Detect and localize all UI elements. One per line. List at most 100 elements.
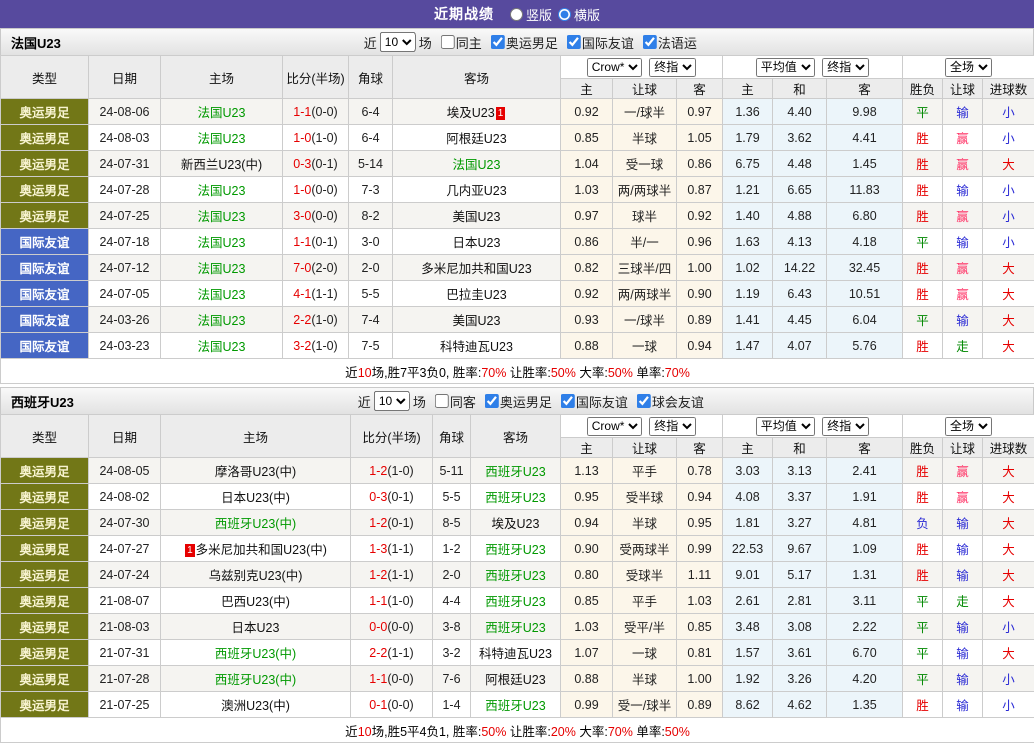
- summary-segment: 20%: [551, 725, 576, 739]
- type-filter-friendly[interactable]: 国际友谊: [561, 33, 634, 52]
- match-row: 奥运男足21-07-25澳洲U23(中)0-1(0-0)1-4西班牙U230.9…: [1, 692, 1034, 718]
- away-team-link[interactable]: 西班牙U23: [485, 595, 545, 609]
- result-outcome: 胜: [903, 333, 943, 359]
- games-count-select[interactable]: 10: [380, 32, 416, 52]
- scope-select[interactable]: 全场: [945, 58, 992, 77]
- home-team-link[interactable]: 新西兰U23(中): [181, 158, 262, 172]
- home-team-link[interactable]: 澳洲U23(中): [221, 699, 290, 713]
- home-team-link[interactable]: 日本U23(中): [221, 491, 290, 505]
- olympic-checkbox[interactable]: [491, 35, 505, 49]
- same-venue-option[interactable]: 同客: [429, 392, 476, 411]
- friendly-checkbox[interactable]: [561, 394, 575, 408]
- away-team-link[interactable]: 埃及U23: [447, 106, 495, 120]
- full-time-score: 0-3: [369, 490, 387, 504]
- away-team-link[interactable]: 阿根廷U23: [446, 132, 506, 146]
- home-team-link[interactable]: 乌兹别克U23(中): [209, 569, 303, 583]
- type-filter-extra[interactable]: 球会友谊: [631, 392, 704, 411]
- type-filter-olympic[interactable]: 奥运男足: [479, 392, 552, 411]
- result-goals-text: 小: [1002, 621, 1015, 635]
- match-date: 21-07-31: [89, 640, 161, 666]
- type-filter-olympic[interactable]: 奥运男足: [485, 33, 558, 52]
- same-venue-checkbox[interactable]: [441, 35, 455, 49]
- home-team-link[interactable]: 西班牙U23(中): [215, 517, 296, 531]
- away-team-link[interactable]: 西班牙U23: [485, 465, 545, 479]
- result-outcome: 胜: [903, 562, 943, 588]
- away-team-link[interactable]: 法国U23: [453, 158, 501, 172]
- away-team-link[interactable]: 科特迪瓦U23: [479, 647, 552, 661]
- result-handicap-text: 输: [956, 184, 969, 198]
- home-team-link[interactable]: 摩洛哥U23(中): [215, 465, 296, 479]
- away-team-link[interactable]: 西班牙U23: [485, 699, 545, 713]
- score-cell: 1-0(1-0): [283, 125, 349, 151]
- half-time-score: (0-0): [387, 620, 413, 634]
- type-filter-extra[interactable]: 法语运: [637, 33, 697, 52]
- vertical-radio[interactable]: [510, 8, 523, 21]
- avg-home: 3.03: [723, 458, 773, 484]
- summary-segment: 近: [345, 725, 358, 739]
- home-team-link[interactable]: 法国U23: [198, 132, 246, 146]
- home-team-link[interactable]: 日本U23: [232, 621, 280, 635]
- odds-home: 0.82: [561, 255, 613, 281]
- odds-provider-select[interactable]: Crow*: [587, 58, 642, 77]
- home-team-link[interactable]: 法国U23: [198, 236, 246, 250]
- odds-home: 0.93: [561, 307, 613, 333]
- extra-checkbox[interactable]: [637, 394, 651, 408]
- home-team-link[interactable]: 西班牙U23(中): [215, 647, 296, 661]
- team-title: 法国U23: [1, 33, 61, 52]
- odds-provider-select[interactable]: Crow*: [587, 417, 642, 436]
- away-team-link[interactable]: 几内亚U23: [446, 184, 506, 198]
- home-team-link[interactable]: 法国U23: [198, 314, 246, 328]
- away-team-link[interactable]: 科特迪瓦U23: [440, 340, 513, 354]
- match-date: 24-07-25: [89, 203, 161, 229]
- result-goals-text: 大: [1002, 340, 1015, 354]
- same-venue-checkbox[interactable]: [435, 394, 449, 408]
- horizontal-radio[interactable]: [558, 8, 571, 21]
- type-filter-friendly[interactable]: 国际友谊: [555, 392, 628, 411]
- avg-home: 1.81: [723, 510, 773, 536]
- home-team-link[interactable]: 法国U23: [198, 210, 246, 224]
- odds-home: 0.85: [561, 125, 613, 151]
- result-goals-text: 大: [1002, 491, 1015, 505]
- odds-home: 0.80: [561, 562, 613, 588]
- avg-time-select[interactable]: 终指: [822, 58, 869, 77]
- avg-time-select[interactable]: 终指: [822, 417, 869, 436]
- near-label: 近: [364, 33, 377, 52]
- home-team-link[interactable]: 法国U23: [198, 288, 246, 302]
- layout-vertical-option[interactable]: 竖版: [510, 5, 552, 24]
- away-team-link[interactable]: 西班牙U23: [485, 543, 545, 557]
- home-team-link[interactable]: 西班牙U23(中): [215, 673, 296, 687]
- same-venue-option[interactable]: 同主: [435, 33, 482, 52]
- away-team-link[interactable]: 西班牙U23: [485, 621, 545, 635]
- home-team-link[interactable]: 巴西U23(中): [221, 595, 290, 609]
- scope-select[interactable]: 全场: [945, 417, 992, 436]
- home-team-link[interactable]: 法国U23: [198, 262, 246, 276]
- extra-checkbox[interactable]: [643, 35, 657, 49]
- avg-select[interactable]: 平均值: [756, 58, 815, 77]
- odds-away: 1.03: [677, 588, 723, 614]
- away-team-link[interactable]: 日本U23: [453, 236, 501, 250]
- avg-select[interactable]: 平均值: [756, 417, 815, 436]
- odds-time-select[interactable]: 终指: [649, 58, 696, 77]
- match-date: 24-03-26: [89, 307, 161, 333]
- away-team-link[interactable]: 西班牙U23: [485, 569, 545, 583]
- games-count-select[interactable]: 10: [374, 391, 410, 411]
- odds-time-select[interactable]: 终指: [649, 417, 696, 436]
- score-cell: 0-3(0-1): [351, 484, 433, 510]
- away-team-link[interactable]: 美国U23: [453, 210, 501, 224]
- away-team-link[interactable]: 美国U23: [453, 314, 501, 328]
- full-time-score: 1-3: [369, 542, 387, 556]
- home-team-link[interactable]: 法国U23: [198, 106, 246, 120]
- home-team-link[interactable]: 法国U23: [198, 184, 246, 198]
- away-team-link[interactable]: 巴拉圭U23: [446, 288, 506, 302]
- olympic-checkbox[interactable]: [485, 394, 499, 408]
- avg-draw: 3.26: [773, 666, 827, 692]
- away-team-link[interactable]: 埃及U23: [492, 517, 540, 531]
- layout-horizontal-option[interactable]: 横版: [558, 5, 600, 24]
- home-team-link[interactable]: 多米尼加共和国U23(中): [196, 543, 327, 557]
- away-team-link[interactable]: 多米尼加共和国U23: [421, 262, 531, 276]
- friendly-checkbox[interactable]: [567, 35, 581, 49]
- home-team-link[interactable]: 法国U23: [198, 340, 246, 354]
- away-team-link[interactable]: 阿根廷U23: [485, 673, 545, 687]
- match-type-badge: 奥运男足: [1, 562, 89, 588]
- away-team-link[interactable]: 西班牙U23: [485, 491, 545, 505]
